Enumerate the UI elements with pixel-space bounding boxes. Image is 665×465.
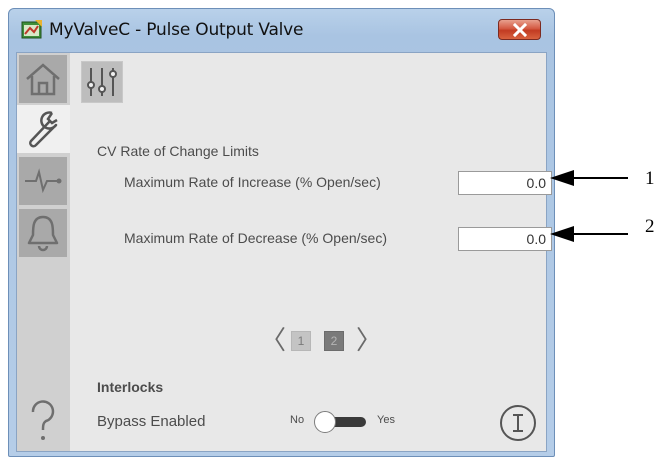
- help-button[interactable]: [20, 393, 66, 449]
- nav-sidebar: [17, 53, 70, 451]
- page-1-button[interactable]: 1: [291, 331, 311, 351]
- tab-trend[interactable]: [19, 157, 67, 205]
- trend-icon: [25, 168, 62, 194]
- title-bar[interactable]: MyValveC - Pulse Output Valve: [9, 9, 554, 51]
- max-increase-label: Maximum Rate of Increase (% Open/sec): [124, 174, 381, 190]
- tab-alarms[interactable]: [19, 209, 67, 257]
- section-title: CV Rate of Change Limits: [97, 143, 259, 159]
- bypass-toggle[interactable]: [314, 411, 370, 433]
- interlocks-title: Interlocks: [97, 379, 164, 395]
- next-page-button[interactable]: 〉: [356, 326, 382, 356]
- tab-maintenance[interactable]: [17, 105, 70, 153]
- window-title: MyValveC - Pulse Output Valve: [49, 20, 304, 40]
- settings-subtab[interactable]: [81, 61, 123, 103]
- prev-page-button[interactable]: 〈: [260, 326, 286, 356]
- help-question-icon: [31, 400, 55, 440]
- info-circle-icon[interactable]: [498, 403, 538, 443]
- content-panel: CV Rate of Change Limits Maximum Rate of…: [70, 53, 552, 451]
- callout-1-number: 1: [645, 168, 655, 189]
- max-increase-input[interactable]: [458, 171, 552, 195]
- sliders-icon: [87, 68, 117, 96]
- faceplate-body: CV Rate of Change Limits Maximum Rate of…: [16, 52, 552, 452]
- max-decrease-label: Maximum Rate of Decrease (% Open/sec): [124, 230, 387, 246]
- home-icon: [26, 63, 60, 96]
- close-button[interactable]: [498, 19, 541, 40]
- bell-icon: [27, 215, 59, 252]
- max-decrease-input[interactable]: [458, 227, 552, 251]
- toggle-yes-label: Yes: [377, 414, 395, 426]
- page-2-button[interactable]: 2: [324, 331, 344, 351]
- wrench-icon: [28, 111, 58, 148]
- callout-2-number: 2: [645, 216, 655, 237]
- toggle-no-label: No: [290, 414, 305, 426]
- bypass-label: Bypass Enabled: [97, 413, 206, 430]
- faceplate-window: MyValveC - Pulse Output Valve CV Rate of…: [8, 8, 555, 457]
- faceplate-app-icon: [21, 20, 42, 39]
- tab-home[interactable]: [19, 55, 67, 103]
- toggle-knob[interactable]: [314, 411, 336, 433]
- close-x-icon: [512, 22, 527, 37]
